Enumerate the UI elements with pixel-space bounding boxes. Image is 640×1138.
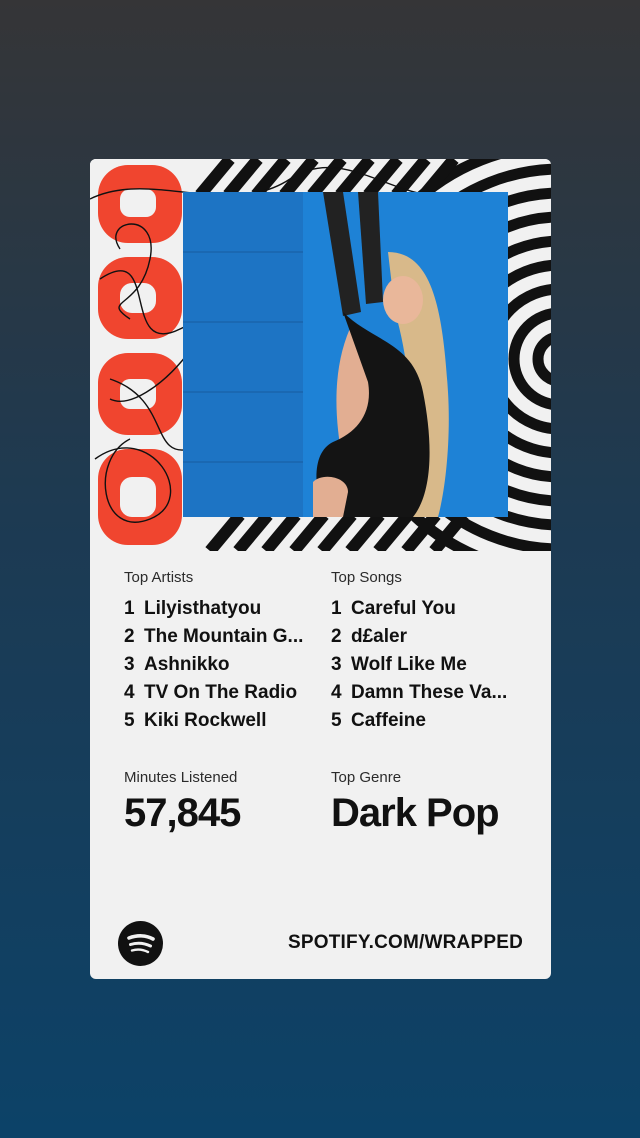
song-name: d£aler xyxy=(351,626,407,647)
top-genre-label: Top Genre xyxy=(331,769,402,786)
minutes-listened-value: 57,845 xyxy=(124,791,241,835)
song-name: Damn These Va... xyxy=(351,682,508,703)
artist-name: Lilyisthatyou xyxy=(144,598,262,619)
minutes-listened-section: Minutes Listened 57,845 xyxy=(124,769,241,839)
wrapped-url[interactable]: SPOTIFY.COM/WRAPPED xyxy=(288,931,523,955)
artist-name: Kiki Rockwell xyxy=(144,710,267,731)
artist-name: The Mountain G... xyxy=(144,626,304,647)
rank-number: 3 xyxy=(331,654,342,675)
artist-item: 3 Ashnikko xyxy=(124,651,314,679)
rank-number: 5 xyxy=(331,710,342,731)
song-item: 3 Wolf Like Me xyxy=(331,651,521,679)
artist-name: Ashnikko xyxy=(144,654,230,675)
song-name: Careful You xyxy=(351,598,456,619)
artist-item: 4 TV On The Radio xyxy=(124,679,314,707)
artwork-area xyxy=(90,159,551,551)
spotify-logo-icon xyxy=(118,921,163,966)
top-songs-section: Top Songs 1 Careful You 2 d£aler 3 Wolf … xyxy=(331,569,521,735)
song-item: 1 Careful You xyxy=(331,595,521,623)
artist-item: 2 The Mountain G... xyxy=(124,623,314,651)
song-item: 4 Damn These Va... xyxy=(331,679,521,707)
artist-photo xyxy=(183,192,508,517)
top-songs-heading: Top Songs xyxy=(331,569,402,586)
photo-illustration xyxy=(183,192,508,517)
top-genre-value: Dark Pop xyxy=(331,791,500,835)
wrapped-card: Top Artists 1 Lilyisthatyou 2 The Mounta… xyxy=(90,159,551,979)
top-artists-section: Top Artists 1 Lilyisthatyou 2 The Mounta… xyxy=(124,569,314,735)
rank-number: 4 xyxy=(124,682,135,703)
song-item: 2 d£aler xyxy=(331,623,521,651)
rank-number: 2 xyxy=(331,626,342,647)
top-artists-heading: Top Artists xyxy=(124,569,194,586)
top-songs-list: 1 Careful You 2 d£aler 3 Wolf Like Me 4 … xyxy=(331,595,521,735)
top-artists-list: 1 Lilyisthatyou 2 The Mountain G... 3 As… xyxy=(124,595,314,735)
song-name: Wolf Like Me xyxy=(351,654,467,675)
minutes-listened-label: Minutes Listened xyxy=(124,769,238,786)
artist-item: 1 Lilyisthatyou xyxy=(124,595,314,623)
song-name: Caffeine xyxy=(351,710,426,731)
top-genre-section: Top Genre Dark Pop xyxy=(331,769,500,839)
rank-number: 2 xyxy=(124,626,135,647)
artist-item: 5 Kiki Rockwell xyxy=(124,707,314,735)
artist-name: TV On The Radio xyxy=(144,682,298,703)
rank-number: 3 xyxy=(124,654,135,675)
rank-number: 5 xyxy=(124,710,135,731)
rank-number: 1 xyxy=(331,598,342,619)
song-item: 5 Caffeine xyxy=(331,707,521,735)
rank-number: 4 xyxy=(331,682,342,703)
rank-number: 1 xyxy=(124,598,135,619)
